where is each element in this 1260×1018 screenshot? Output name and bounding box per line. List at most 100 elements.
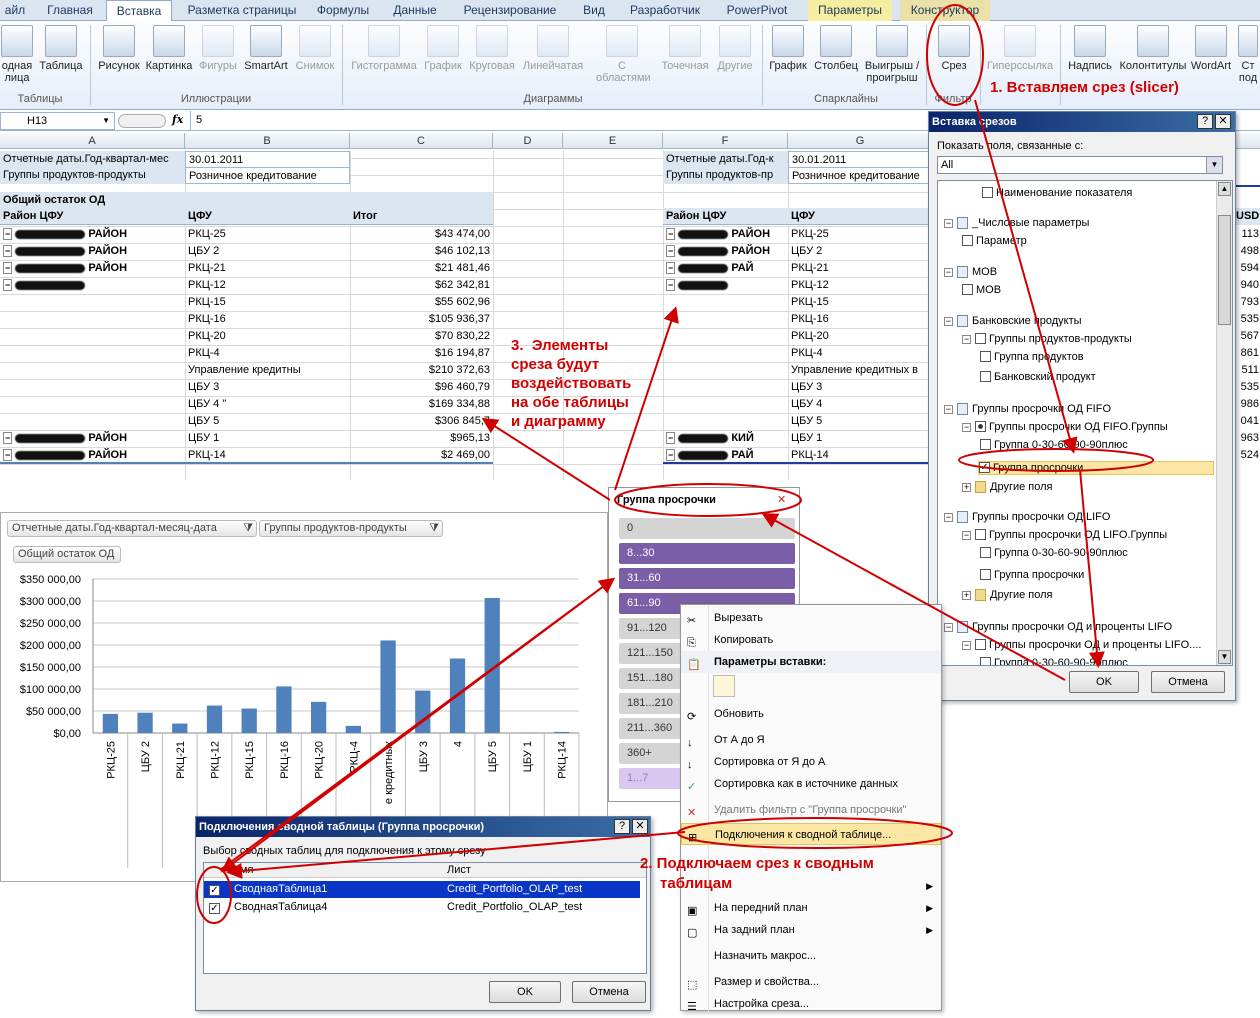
slicer-item[interactable]: 0 [619,518,795,539]
field-checkbox-partial[interactable] [975,421,986,432]
field-checkbox[interactable] [980,569,991,580]
pivot2-row-value[interactable]: 963 [1236,430,1260,447]
col-sheet-header[interactable]: Лист [447,864,471,876]
menu-send-back[interactable]: ▢На задний план▶ [681,919,941,941]
pivot2-row-value[interactable]: 524 [1236,447,1260,464]
pivot2-row-district[interactable] [663,413,788,430]
textbox-button[interactable]: Надпись [1064,23,1116,72]
smartart-button[interactable]: SmartArt [242,23,290,72]
tab-page-layout[interactable]: Разметка страницы [180,0,304,21]
column-header-f[interactable]: F [663,133,788,149]
pivot1-row-district[interactable]: − РАЙОН [0,226,185,243]
column-header-c[interactable]: C [350,133,493,149]
scatter-chart-button[interactable]: Точечная [656,23,714,72]
pivot2-row-cfu[interactable]: ЦБУ 5 [788,413,933,430]
pivot1-row-district[interactable] [0,379,185,396]
pivot1-row-total[interactable]: $105 936,37 [350,311,493,328]
pivot2-header[interactable]: ЦФУ [788,208,933,225]
chevron-down-icon[interactable]: ▼ [1206,157,1222,173]
tab-file[interactable]: айл [0,0,30,21]
field-checkbox[interactable] [980,351,991,362]
pivot2-row-district[interactable] [663,294,788,311]
tree-item[interactable]: Параметр [962,235,1027,247]
pivot2-row-cfu[interactable]: РКЦ-12 [788,277,933,294]
signature-button[interactable]: Ст под [1236,23,1260,84]
expand-icon[interactable]: − [944,405,953,414]
tab-powerpivot[interactable]: PowerPivot [718,0,796,21]
field-checkbox[interactable] [982,187,993,198]
tree-item[interactable]: МОВ [962,284,1001,296]
column-header-d[interactable]: D [493,133,563,149]
tab-home[interactable]: Главная [40,0,100,21]
tree-item[interactable]: +Другие поля [962,589,1052,601]
tree-item[interactable]: −Группы просрочки ОД FIFO [944,403,1111,415]
menu-size-properties[interactable]: ⬚Размер и свойства... [681,971,941,993]
menu-copy[interactable]: ⎘Копировать [681,629,941,651]
pivot1-row-cfu[interactable]: РКЦ-4 [185,345,350,362]
column-header-b[interactable]: B [185,133,350,149]
pivot1-row-district[interactable] [0,311,185,328]
pivot2-row-value[interactable]: 861 [1236,345,1260,362]
field-checkbox[interactable] [980,657,991,666]
scroll-thumb[interactable] [1218,215,1231,325]
pivot1-header[interactable]: Район ЦФУ [0,208,185,225]
sparkline-column-button[interactable]: Столбец [812,23,860,72]
pivot2-row-cfu[interactable]: РКЦ-21 [788,260,933,277]
tab-insert[interactable]: Вставка [106,0,172,22]
pivot1-row-total[interactable]: $96 460,79 [350,379,493,396]
name-box[interactable]: H13▼ [0,112,115,130]
pivot2-row-value[interactable]: 535 [1236,311,1260,328]
pivot2-header[interactable]: Район ЦФУ [663,208,788,225]
pivot2-row-value[interactable]: 567 [1236,328,1260,345]
slicer-item[interactable]: 8...30 [619,543,795,564]
pivot2-filter-value[interactable]: 30.01.2011 [788,151,933,168]
pivot1-row-cfu[interactable]: РКЦ-15 [185,294,350,311]
tree-item[interactable]: Группа 0-30-60-90-90плюс [980,439,1128,451]
close-icon[interactable]: ✕ [1215,114,1231,129]
menu-pivot-connections[interactable]: ⊞Подключения к сводной таблице... [681,823,941,845]
table-button[interactable]: Таблица [38,23,84,72]
ok-button[interactable]: OK [1069,671,1139,693]
tab-formulas[interactable]: Формулы [310,0,376,21]
pivot2-row-value[interactable]: 594 [1236,260,1260,277]
tree-item[interactable]: −Группы просрочки ОД LIFO.Группы [962,529,1167,541]
tab-data[interactable]: Данные [384,0,446,21]
expand-icon[interactable]: − [962,531,971,540]
scroll-down-icon[interactable]: ▼ [1218,650,1231,664]
tree-item[interactable]: −Группы просрочки ОД FIFO.Группы [962,421,1168,433]
pivot2-row-cfu[interactable]: РКЦ-4 [788,345,933,362]
pivot2-row-district[interactable] [663,345,788,362]
tab-developer[interactable]: Разработчик [620,0,710,21]
pivot1-row-cfu[interactable]: РКЦ-25 [185,226,350,243]
expand-icon[interactable]: − [962,423,971,432]
help-icon[interactable]: ? [614,819,630,834]
formula-resize-handle[interactable] [118,114,166,128]
pivot2-row-value[interactable]: 940 [1236,277,1260,294]
pivot2-row-district[interactable] [663,379,788,396]
pivot1-row-district[interactable] [0,396,185,413]
chart-filter-products[interactable]: Группы продуктов-продукты⧩ [259,520,443,537]
field-checkbox[interactable] [980,439,991,450]
menu-sort-az[interactable]: ↓От А до Я [681,729,941,751]
pivot2-row-cfu[interactable]: Управление кредитных в [788,362,933,379]
formula-input[interactable]: 5 [196,114,202,126]
pivot1-row-cfu[interactable]: РКЦ-16 [185,311,350,328]
pivot2-row-district[interactable]: − РАЙОН [663,243,788,260]
pivot2-row-value[interactable]: 041 [1236,413,1260,430]
tree-item[interactable]: −_Числовые параметры [944,217,1089,229]
pivot1-filter-value[interactable]: 30.01.2011 [185,151,350,168]
column-header-e[interactable]: E [563,133,663,149]
pivot1-header[interactable]: Итог [350,208,493,225]
pivot2-row-cfu[interactable]: РКЦ-16 [788,311,933,328]
connection-row-2[interactable]: ✓ СводнаяТаблица4 Credit_Portfolio_OLAP_… [204,899,640,916]
pivot2-row-value[interactable]: 498 [1236,243,1260,260]
field-checkbox[interactable] [962,284,973,295]
expand-icon[interactable]: + [962,483,971,492]
field-checkbox-checked[interactable]: ✓ [979,462,990,473]
pivot1-row-total[interactable]: $16 194,87 [350,345,493,362]
expand-icon[interactable]: − [962,335,971,344]
pivot1-row-district[interactable]: − РАЙОН [0,430,185,447]
menu-slicer-settings[interactable]: ☰Настройка среза... [681,993,941,1015]
picture-button[interactable]: Рисунок [96,23,142,72]
line-chart-button[interactable]: График [422,23,464,72]
